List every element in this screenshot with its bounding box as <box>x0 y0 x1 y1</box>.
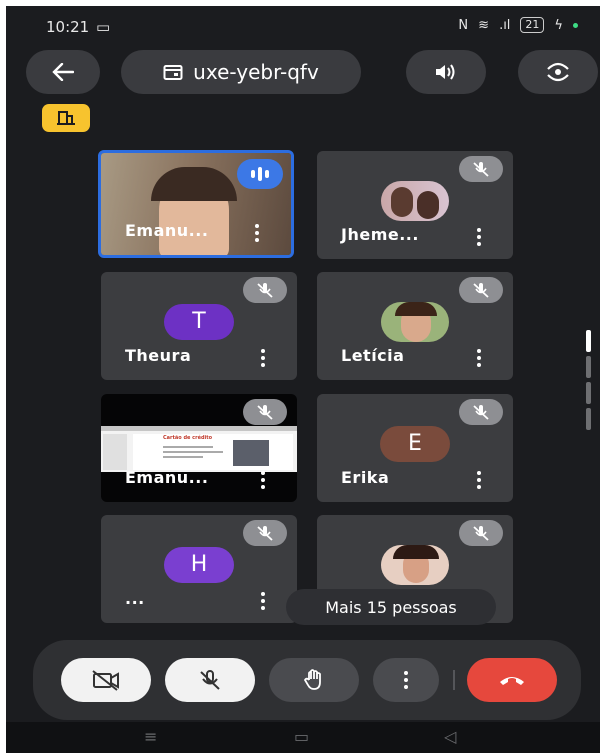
participant-name: Letícia <box>341 346 405 365</box>
mic-off-icon <box>243 399 287 425</box>
avatar: T <box>164 303 234 340</box>
call-controls-bar <box>33 640 581 720</box>
mic-off-icon <box>243 520 287 546</box>
cast-icon: ▭ <box>96 18 111 36</box>
speaking-indicator-icon <box>237 159 283 189</box>
battery-icon: 21 <box>520 17 545 33</box>
hand-icon <box>303 669 321 690</box>
charging-icon: ϟ <box>554 17 563 33</box>
more-options-icon[interactable] <box>477 349 481 367</box>
host-controls-badge[interactable] <box>42 104 90 132</box>
calendar-icon <box>163 65 183 80</box>
status-bar: 10:21 ▭ N ≋ .ıl 21 ϟ <box>6 6 600 46</box>
slide-title: Cartão de crédito <box>163 435 213 441</box>
participant-name: Emanu... <box>125 221 209 240</box>
avatar: H <box>164 546 234 583</box>
scroll-indicator[interactable] <box>586 330 591 352</box>
mic-off-icon <box>243 277 287 303</box>
participant-name: Theura <box>125 346 192 365</box>
nfc-icon: N <box>458 17 469 33</box>
more-participants-chip[interactable]: Mais 15 pessoas <box>286 589 496 625</box>
mic-off-button[interactable] <box>165 658 255 702</box>
more-options-icon[interactable] <box>261 471 265 489</box>
participant-name: Jheme... <box>341 225 419 244</box>
mic-off-icon <box>459 520 503 546</box>
mic-in-use-indicator <box>573 22 578 28</box>
hang-up-icon <box>500 677 524 685</box>
participant-name: Erika <box>341 468 390 487</box>
avatar: E <box>380 425 450 462</box>
home-icon[interactable]: ▭ <box>294 727 309 746</box>
more-options-icon[interactable] <box>255 224 259 242</box>
participant-tile[interactable]: Jheme... <box>317 151 513 259</box>
back-nav-icon[interactable]: ◁ <box>444 727 456 746</box>
mic-off-icon <box>459 156 503 182</box>
switch-camera-icon <box>547 62 569 82</box>
arrow-left-icon <box>52 63 74 81</box>
mic-off-icon <box>459 277 503 303</box>
door-icon <box>57 111 75 125</box>
signal-icon: .ıl <box>499 17 511 33</box>
participant-tile[interactable]: T Theura <box>101 272 297 380</box>
meeting-code: uxe-yebr-qfv <box>193 60 319 84</box>
participant-tile[interactable]: H ... <box>101 515 297 623</box>
more-options-icon[interactable] <box>477 228 481 246</box>
participant-name: Emanu... <box>125 468 209 487</box>
participant-tile[interactable]: Cartão de crédito Emanu... <box>101 394 297 502</box>
more-vert-icon <box>404 671 408 689</box>
more-options-icon[interactable] <box>477 471 481 489</box>
camera-off-icon <box>92 670 119 691</box>
shared-screen: Cartão de crédito <box>101 426 297 472</box>
system-nav-bar: ≡ ▭ ◁ <box>6 722 600 753</box>
divider <box>453 670 455 690</box>
end-call-button[interactable] <box>467 658 557 702</box>
mic-off-icon <box>200 670 220 690</box>
status-time: 10:21 <box>46 18 90 36</box>
raise-hand-button[interactable] <box>269 658 359 702</box>
back-button[interactable] <box>26 50 100 94</box>
mic-off-icon <box>459 399 503 425</box>
participant-tile[interactable]: Letícia <box>317 272 513 380</box>
participant-photo <box>381 301 449 342</box>
switch-camera-button[interactable] <box>518 50 598 94</box>
camera-off-button[interactable] <box>61 658 151 702</box>
meeting-info-button[interactable]: uxe-yebr-qfv <box>121 50 361 94</box>
participant-photo <box>381 180 449 221</box>
phone-screen: 10:21 ▭ N ≋ .ıl 21 ϟ uxe-yebr-qfv Emanu.… <box>6 6 600 753</box>
participant-photo <box>381 544 449 585</box>
speaker-icon <box>436 64 455 80</box>
participant-name: ... <box>125 589 145 608</box>
participant-tile[interactable]: E Erika <box>317 394 513 502</box>
wifi-icon: ≋ <box>478 17 490 33</box>
audio-output-button[interactable] <box>406 50 486 94</box>
more-options-icon[interactable] <box>261 592 265 610</box>
participant-tile[interactable]: Emanu... <box>98 150 294 258</box>
menu-icon[interactable]: ≡ <box>144 727 157 746</box>
more-options-icon[interactable] <box>261 349 265 367</box>
more-options-button[interactable] <box>373 658 439 702</box>
